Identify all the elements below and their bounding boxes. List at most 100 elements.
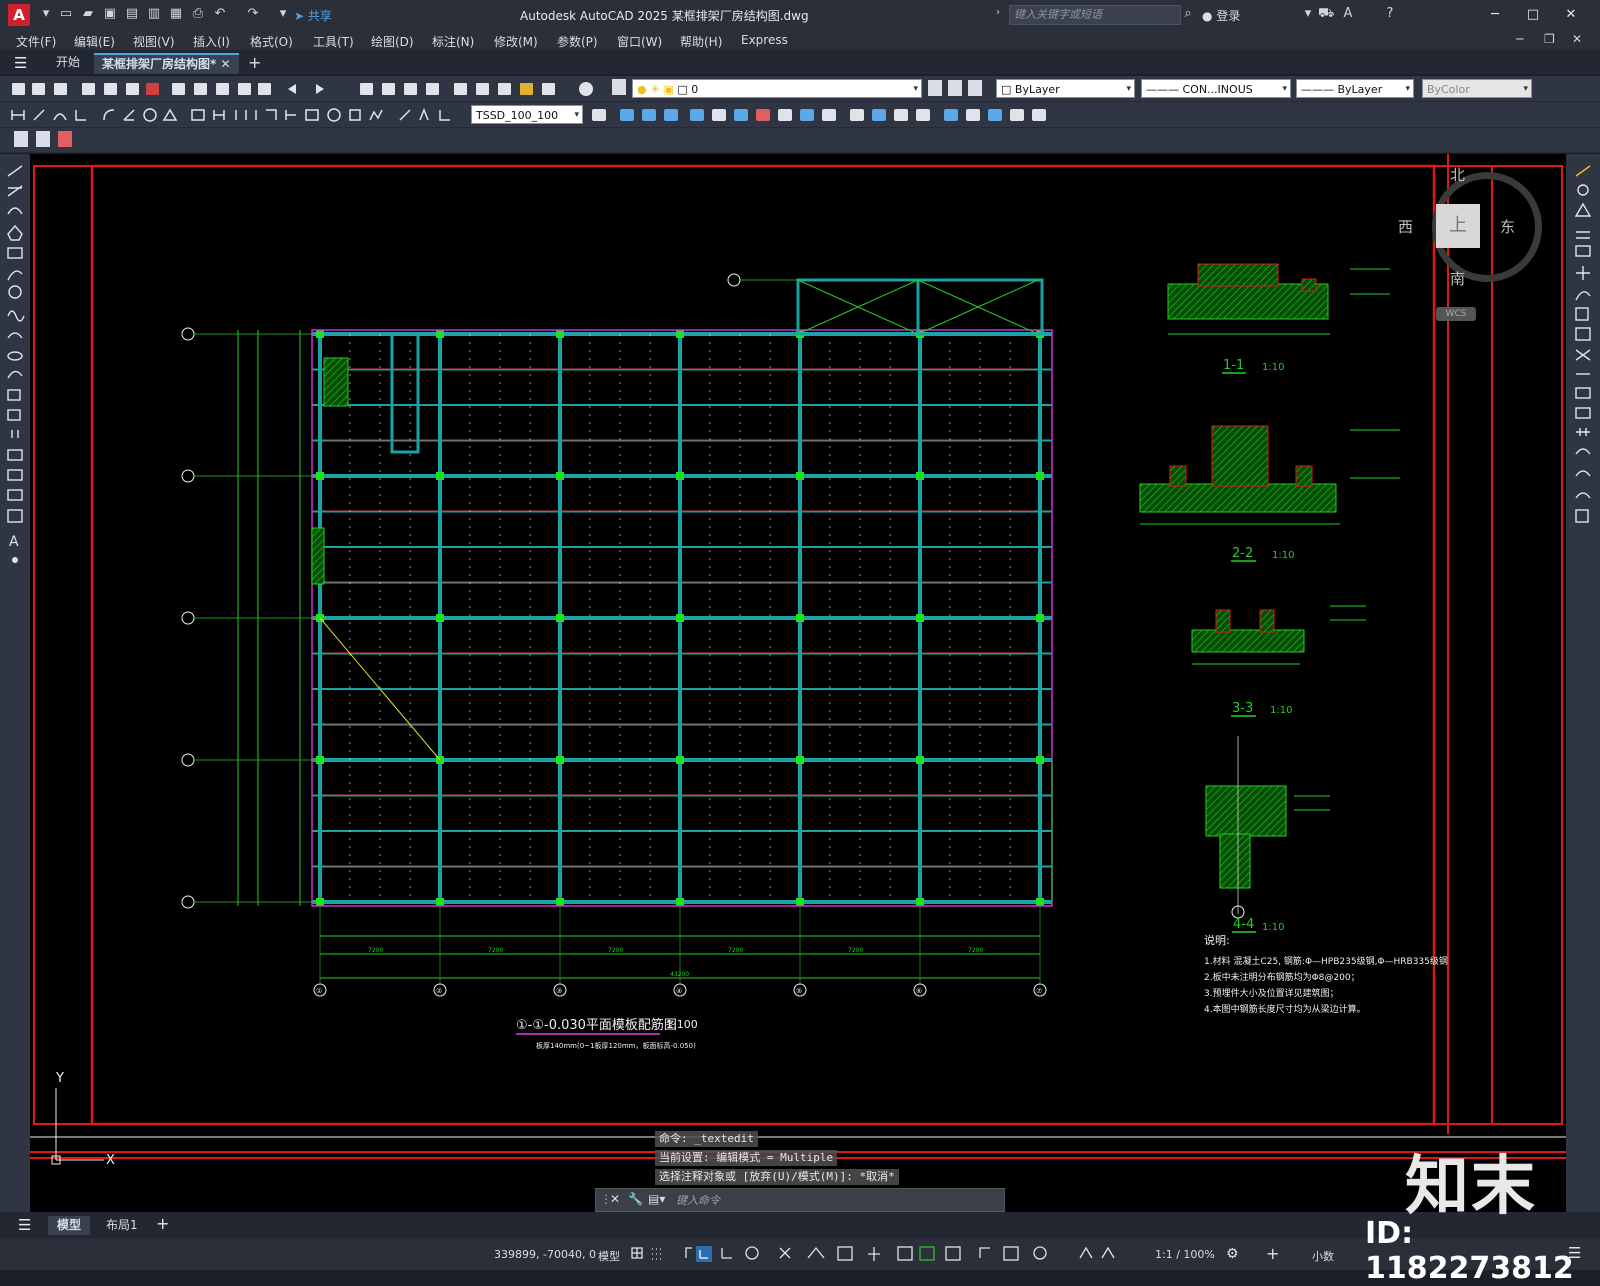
save-icon[interactable]: ▣ <box>102 6 118 22</box>
menu-help[interactable]: 帮助(H) <box>680 33 722 50</box>
menu-edit[interactable]: 编辑(E) <box>74 33 115 50</box>
column <box>1036 756 1044 764</box>
status-toggles[interactable] <box>630 1244 1190 1264</box>
menu-express[interactable]: Express <box>741 33 788 47</box>
tab-close-icon[interactable]: ✕ <box>220 57 230 71</box>
new-file-icon[interactable]: ▭ <box>58 6 74 22</box>
viewcube-east[interactable]: 东 <box>1500 216 1515 237</box>
recent-commands-icon[interactable]: ▤▾ <box>648 1192 665 1206</box>
workspace-gear-icon[interactable]: ⚙ <box>1226 1246 1239 1262</box>
model-space-canvas[interactable]: ① ② ③ ④ ⑤ ⑥ ⑦ 7200 7200 7200 7200 7200 7200 43200 <box>30 154 1566 1212</box>
cart-icon[interactable]: ⛟ <box>1318 6 1334 22</box>
layer-previous-icon[interactable] <box>968 80 982 96</box>
open-folder-icon[interactable]: ▰ <box>80 6 96 22</box>
add-layout-button[interactable]: + <box>156 1214 169 1233</box>
user-icon: ● <box>1202 9 1213 23</box>
axis-bubble <box>727 273 741 287</box>
linetype-dropdown[interactable]: ——— CON...INOUS ▾ <box>1141 79 1291 98</box>
search-expand-icon[interactable]: › <box>996 7 1000 18</box>
menu-format[interactable]: 格式(O) <box>250 33 293 50</box>
viewcube-south[interactable]: 南 <box>1450 268 1465 289</box>
layout-tab-bar <box>0 1212 1600 1238</box>
close-cmd-icon[interactable]: ✕ <box>610 1192 620 1206</box>
layout-menu-icon[interactable]: ☰ <box>18 1216 31 1234</box>
open-web-icon[interactable]: ▥ <box>146 6 162 22</box>
annotation-scale[interactable]: 1:1 / 100% <box>1155 1248 1215 1261</box>
viewcube-north[interactable]: 北 <box>1450 164 1465 185</box>
dimension-tool-icons <box>8 106 478 127</box>
save-web-icon[interactable]: ▦ <box>168 6 184 22</box>
chevron-down-icon: ▾ <box>1405 84 1410 94</box>
plotstyle-dropdown[interactable]: ByColor ▾ <box>1422 79 1532 98</box>
make-current-layer-icon[interactable] <box>928 80 942 96</box>
menu-insert[interactable]: 插入(I) <box>193 33 230 50</box>
layer-match-icon[interactable] <box>948 80 962 96</box>
dimension-toolbar-icons <box>11 107 450 122</box>
save-block-icon[interactable] <box>36 131 50 147</box>
color-dropdown[interactable]: □ ByLayer ▾ <box>996 79 1135 98</box>
model-space-toggle[interactable]: 模型 <box>598 1248 620 1264</box>
print-icon[interactable]: ⎙ <box>190 6 206 22</box>
doc-restore-icon[interactable]: ❐ <box>1544 32 1555 46</box>
menu-file[interactable]: 文件(F) <box>16 33 56 50</box>
doc-close-icon[interactable]: ✕ <box>1572 32 1582 46</box>
draw-tool-icons[interactable]: A <box>0 154 30 584</box>
command-line: ⋮ ✕ 🔧 ▤▾ 键入命令 <box>595 1188 1005 1212</box>
annotation-monitor-icon[interactable]: + <box>1266 1244 1279 1263</box>
menu-view[interactable]: 视图(V) <box>133 33 175 50</box>
tab-layout1[interactable]: 布局1 <box>100 1216 144 1235</box>
command-history-line: 选择注释对象或 [放弃(U)/模式(M)]: *取消* <box>655 1169 899 1185</box>
modify-tool-icons-right[interactable] <box>1566 154 1600 534</box>
tab-start[interactable]: 开始 <box>48 53 88 72</box>
search-input[interactable]: 键入关键字或短语 <box>1009 5 1181 25</box>
lineweight-dropdown[interactable]: ——— ByLayer ▾ <box>1296 79 1414 98</box>
close-window-button[interactable]: ✕ <box>1556 4 1586 26</box>
search-icon[interactable]: ⌕ <box>1180 6 1196 22</box>
wcs-menu[interactable]: WCS <box>1436 307 1476 321</box>
tab-model[interactable]: 模型 <box>48 1216 91 1235</box>
redo-icon[interactable]: ↷ <box>245 6 261 22</box>
menu-parametric[interactable]: 参数(P) <box>557 33 598 50</box>
menu-window[interactable]: 窗口(W) <box>617 33 662 50</box>
help-icon[interactable]: ? <box>1382 6 1398 22</box>
axis-label: ⑥ <box>916 987 922 995</box>
maximize-window-button[interactable]: □ <box>1518 4 1548 26</box>
menu-modify[interactable]: 修改(M) <box>494 33 538 50</box>
autodesk-account-icon[interactable]: A <box>1340 6 1356 22</box>
hamburger-menu-icon[interactable]: ☰ <box>14 54 27 72</box>
save-as-icon[interactable]: ▤ <box>124 6 140 22</box>
doc-minimize-icon[interactable]: ─ <box>1516 32 1523 46</box>
tab-drawing[interactable]: 某框排架厂房结构图* ✕ <box>94 53 239 74</box>
wrench-icon[interactable]: 🔧 <box>628 1192 643 1206</box>
section-4-4 <box>1205 736 1330 919</box>
quick-access-dropdown-icon[interactable]: ▾ <box>275 6 291 22</box>
column <box>796 614 804 622</box>
coordinate-readout[interactable]: 339899, -70040, 0 <box>494 1248 596 1261</box>
ucs-x-label: X <box>106 1153 115 1168</box>
units-display[interactable]: 小数 <box>1312 1248 1334 1264</box>
new-tab-button[interactable]: + <box>240 53 269 72</box>
dimstyle-dropdown[interactable]: TSSD_100_100 ▾ <box>471 105 583 124</box>
close-block-icon[interactable] <box>58 131 72 147</box>
menu-tools[interactable]: 工具(T) <box>313 33 354 50</box>
login-button[interactable]: ● 登录 <box>1202 7 1240 24</box>
app-menu-chevron-icon[interactable]: ▾ <box>38 6 54 22</box>
layer-properties-icon[interactable] <box>612 79 626 95</box>
bay-dimension: 7200 <box>728 947 743 954</box>
column <box>676 756 684 764</box>
edit-block-icon[interactable] <box>14 131 28 147</box>
login-dropdown-icon[interactable]: ▾ <box>1300 6 1316 22</box>
sun-icon: ☀ <box>650 83 660 96</box>
viewcube-top-face[interactable]: 上 <box>1436 204 1480 248</box>
menu-draw[interactable]: 绘图(D) <box>371 33 414 50</box>
command-input[interactable]: 键入命令 <box>676 1192 720 1208</box>
viewcube-west[interactable]: 西 <box>1398 216 1413 237</box>
layer-dropdown[interactable]: ● ☀ ▣ □ 0 ▾ <box>632 79 922 98</box>
column <box>916 898 924 906</box>
autocad-logo-icon[interactable]: A <box>8 4 30 26</box>
notes-title: 说明: <box>1204 933 1230 947</box>
share-button[interactable]: ➤ 共享 <box>294 7 332 24</box>
minimize-window-button[interactable]: ─ <box>1480 4 1510 26</box>
menu-dimension[interactable]: 标注(N) <box>432 33 474 50</box>
undo-icon[interactable]: ↶ <box>212 6 228 22</box>
